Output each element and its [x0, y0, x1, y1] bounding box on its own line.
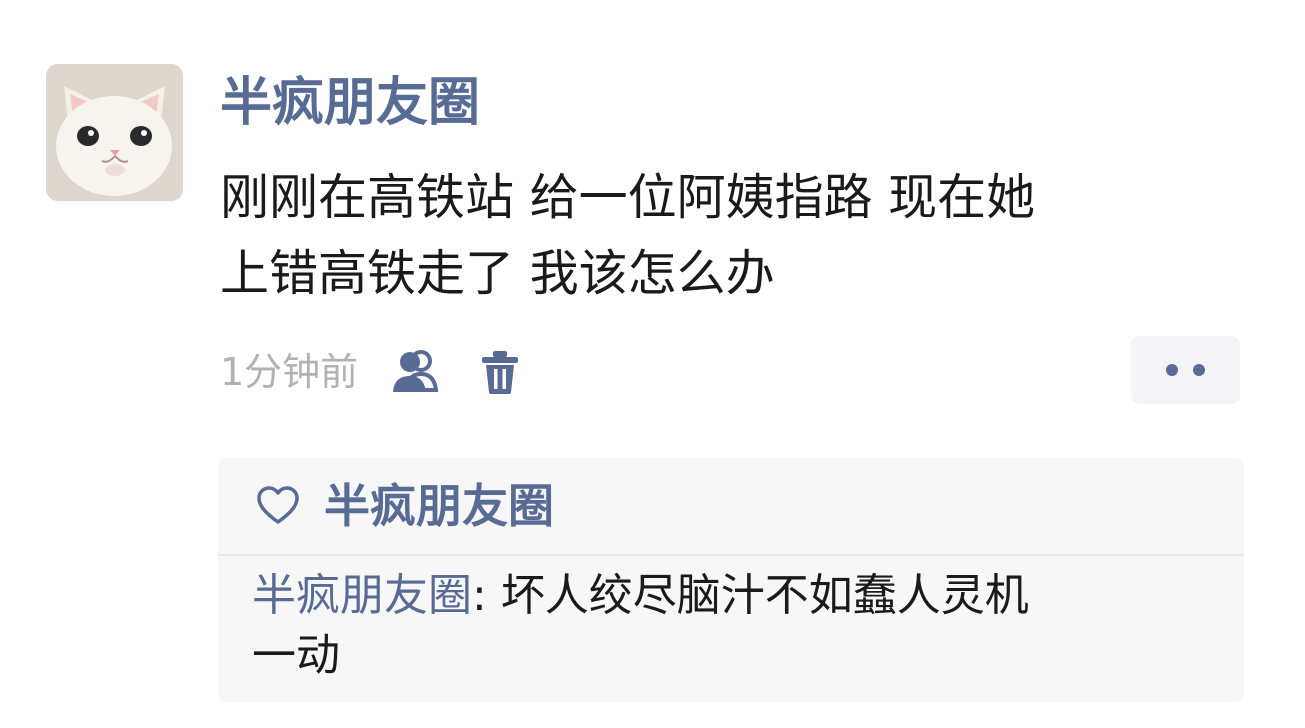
cat-avatar-icon — [46, 64, 183, 201]
heart-outline-icon — [256, 486, 300, 526]
post-time: 1分钟前 — [220, 350, 359, 394]
more-dots-icon — [1193, 364, 1205, 376]
avatar[interactable] — [46, 64, 183, 201]
post-text-line: 刚刚在高铁站 给一位阿姨指路 现在她 — [220, 169, 1036, 226]
comment-separator: : — [472, 570, 501, 621]
post-meta: 1分钟前 — [220, 340, 520, 404]
trash-icon[interactable] — [480, 349, 520, 395]
comment-author[interactable]: 半疯朋友圈 — [252, 570, 472, 621]
comment-text-line: 一动 — [252, 630, 340, 681]
comment-line: 半疯朋友圈: 坏人绞尽脑汁不如蠢人灵机 — [252, 566, 1212, 626]
likes-row: 半疯朋友圈 — [218, 458, 1244, 554]
more-dots-icon — [1166, 364, 1178, 376]
more-actions-button[interactable] — [1131, 336, 1240, 404]
post-text-line: 上错高铁走了 我该怎么办 — [220, 245, 775, 302]
comment-text: 坏人绞尽脑汁不如蠢人灵机 — [500, 570, 1029, 621]
post-text: 刚刚在高铁站 给一位阿姨指路 现在她 上错高铁走了 我该怎么办 — [220, 160, 1230, 312]
post-author-name[interactable]: 半疯朋友圈 — [220, 68, 480, 138]
comment-item[interactable]: 半疯朋友圈: 坏人绞尽脑汁不如蠢人灵机 一动 — [252, 566, 1212, 686]
divider — [218, 554, 1244, 556]
interaction-panel: 半疯朋友圈 半疯朋友圈: 坏人绞尽脑汁不如蠢人灵机 一动 — [218, 458, 1244, 702]
like-user-name[interactable]: 半疯朋友圈 — [324, 476, 554, 536]
friends-icon[interactable] — [390, 348, 446, 396]
